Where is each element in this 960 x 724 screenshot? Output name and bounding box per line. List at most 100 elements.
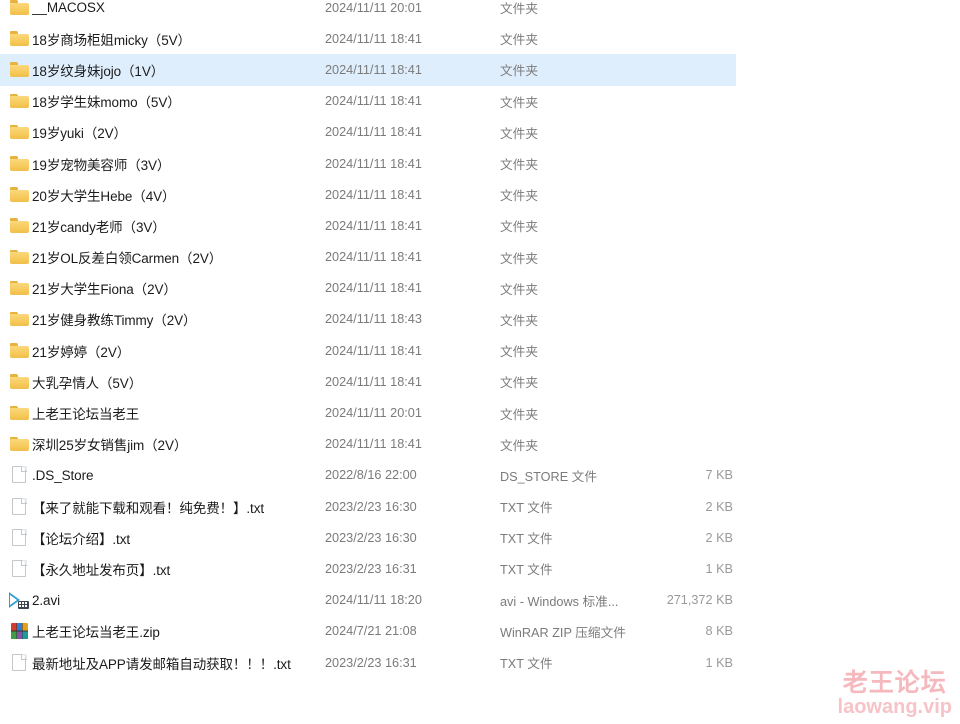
folder-icon	[9, 62, 29, 77]
file-modified-date: 2024/11/11 18:43	[325, 312, 422, 327]
file-modified-date: 2022/8/16 22:00	[325, 468, 417, 483]
file-modified-date: 2024/11/11 18:41	[325, 94, 422, 109]
file-modified-date: 2023/2/23 16:30	[325, 530, 417, 545]
file-row[interactable]: 21岁婷婷（2V） 2024/11/11 18:41 文件夹	[0, 335, 736, 366]
file-icon-cell	[0, 0, 32, 15]
file-type: 文件夹	[500, 407, 539, 422]
file-type: 文件夹	[500, 220, 539, 235]
file-row[interactable]: 18岁商场柜姐micky（5V） 2024/11/11 18:41 文件夹	[0, 23, 736, 54]
file-row[interactable]: 18岁学生妹momo（5V） 2024/11/11 18:41 文件夹	[0, 86, 736, 117]
file-name[interactable]: __MACOSX	[32, 0, 325, 15]
file-size: 2 KB	[705, 499, 733, 514]
file-row[interactable]: 21岁大学生Fiona（2V） 2024/11/11 18:41 文件夹	[0, 273, 736, 304]
video-icon	[9, 591, 29, 609]
document-icon	[11, 497, 27, 516]
file-icon-cell	[0, 436, 32, 452]
file-row[interactable]: 【永久地址发布页】.txt 2023/2/23 16:31 TXT 文件 1 KB	[0, 553, 736, 584]
file-type: 文件夹	[500, 282, 539, 297]
folder-icon	[9, 124, 29, 140]
file-type: 文件夹	[500, 313, 539, 328]
file-icon-cell	[0, 218, 32, 233]
folder-icon	[9, 31, 29, 46]
document-icon	[11, 528, 27, 547]
document-icon	[11, 466, 27, 484]
file-icon-cell	[0, 93, 32, 109]
folder-icon	[9, 280, 29, 296]
file-type: avi - Windows 标准...	[500, 594, 619, 609]
document-icon	[11, 653, 27, 672]
file-row[interactable]: 19岁yuki（2V） 2024/11/11 18:41 文件夹	[0, 117, 736, 148]
file-modified-date: 2024/11/11 18:41	[325, 125, 422, 140]
file-row[interactable]: 大乳孕情人（5V） 2024/11/11 18:41 文件夹	[0, 366, 736, 397]
file-name[interactable]: 2.avi	[32, 593, 325, 608]
file-size: 1 KB	[705, 561, 733, 576]
file-type: TXT 文件	[500, 563, 553, 578]
file-type: TXT 文件	[500, 532, 553, 547]
file-row[interactable]: 【论坛介绍】.txt 2023/2/23 16:30 TXT 文件 2 KB	[0, 522, 736, 553]
folder-icon	[9, 436, 29, 452]
file-name[interactable]: 【论坛介绍】.txt	[32, 528, 325, 548]
file-modified-date: 2024/11/11 18:41	[325, 343, 422, 358]
zip-icon	[10, 623, 28, 640]
file-size: 1 KB	[705, 655, 733, 670]
file-name[interactable]: 20岁大学生Hebe（4V）	[32, 185, 325, 205]
file-list[interactable]: __MACOSX 2024/11/11 20:01 文件夹 18岁商场柜姐micky（…	[0, 0, 960, 678]
file-icon-cell	[0, 187, 32, 202]
file-name[interactable]: 【来了就能下载和观看！纯免费！】.txt	[32, 497, 325, 517]
file-row[interactable]: 上老王论坛当老王 2024/11/11 20:01 文件夹	[0, 397, 736, 428]
file-modified-date: 2023/2/23 16:30	[325, 499, 417, 514]
file-name[interactable]: 最新地址及APP请发邮箱自动获取！！！.txt	[32, 653, 325, 673]
file-size: 7 KB	[705, 468, 733, 483]
file-row[interactable]: 20岁大学生Hebe（4V） 2024/11/11 18:41 文件夹	[0, 179, 736, 210]
file-name[interactable]: 上老王论坛当老王.zip	[32, 621, 325, 641]
file-modified-date: 2024/11/11 18:41	[325, 437, 422, 452]
file-type: 文件夹	[500, 95, 539, 110]
file-row[interactable]: .DS_Store 2022/8/16 22:00 DS_STORE 文件 7 KB	[0, 460, 736, 491]
file-name[interactable]: 深圳25岁女销售jim（2V）	[32, 434, 325, 454]
file-row[interactable]: 上老王论坛当老王.zip 2024/7/21 21:08 WinRAR ZIP 压缩…	[0, 616, 736, 647]
file-name[interactable]: 21岁健身教练Timmy（2V）	[32, 309, 325, 329]
file-modified-date: 2024/11/11 18:41	[325, 156, 422, 171]
file-size: 2 KB	[705, 530, 733, 545]
folder-icon	[9, 249, 29, 265]
file-name[interactable]: 21岁大学生Fiona（2V）	[32, 278, 325, 298]
file-row[interactable]: 19岁宠物美容师（3V） 2024/11/11 18:41 文件夹	[0, 148, 736, 179]
file-name[interactable]: 上老王论坛当老王	[32, 403, 325, 423]
file-row[interactable]: 18岁纹身妹jojo（1V） 2024/11/11 18:41 文件夹	[0, 54, 736, 86]
file-name[interactable]: 18岁纹身妹jojo（1V）	[32, 60, 325, 80]
file-name[interactable]: 【永久地址发布页】.txt	[32, 559, 325, 579]
file-row[interactable]: __MACOSX 2024/11/11 20:01 文件夹	[0, 0, 736, 23]
folder-icon	[9, 0, 29, 15]
file-row[interactable]: 最新地址及APP请发邮箱自动获取！！！.txt 2023/2/23 16:31 TX…	[0, 647, 736, 678]
file-name[interactable]: 19岁宠物美容师（3V）	[32, 154, 325, 174]
file-name[interactable]: 21岁OL反差白领Carmen（2V）	[32, 247, 325, 267]
file-modified-date: 2024/11/11 20:01	[325, 0, 422, 15]
file-type: DS_STORE 文件	[500, 469, 598, 484]
file-row[interactable]: 21岁candy老师（3V） 2024/11/11 18:41 文件夹	[0, 210, 736, 241]
file-name[interactable]: 18岁学生妹momo（5V）	[32, 91, 325, 111]
file-name[interactable]: 19岁yuki（2V）	[32, 122, 325, 142]
file-row[interactable]: 【来了就能下载和观看！纯免费！】.txt 2023/2/23 16:30 TXT 文…	[0, 491, 736, 522]
file-row[interactable]: 2.avi 2024/11/11 18:20 avi - Windows 标准...…	[0, 585, 736, 616]
file-type: 文件夹	[500, 126, 539, 141]
file-row[interactable]: 深圳25岁女销售jim（2V） 2024/11/11 18:41 文件夹	[0, 429, 736, 460]
file-icon-cell	[0, 374, 32, 389]
file-type: 文件夹	[500, 2, 539, 17]
file-icon-cell	[0, 405, 32, 421]
file-modified-date: 2024/11/11 18:41	[325, 218, 422, 233]
folder-icon	[9, 405, 29, 421]
file-type: 文件夹	[500, 345, 539, 360]
file-name[interactable]: 18岁商场柜姐micky（5V）	[32, 29, 325, 49]
file-size: 271,372 KB	[666, 593, 733, 608]
file-type: 文件夹	[500, 438, 539, 453]
file-name[interactable]: .DS_Store	[32, 468, 325, 483]
file-type: 文件夹	[500, 64, 539, 79]
folder-icon	[9, 218, 29, 233]
file-row[interactable]: 21岁OL反差白领Carmen（2V） 2024/11/11 18:41 文件夹	[0, 242, 736, 273]
file-icon-cell	[0, 311, 32, 327]
file-name[interactable]: 21岁candy老师（3V）	[32, 216, 325, 236]
file-row[interactable]: 21岁健身教练Timmy（2V） 2024/11/11 18:43 文件夹	[0, 304, 736, 335]
file-type: TXT 文件	[500, 657, 553, 672]
file-name[interactable]: 21岁婷婷（2V）	[32, 341, 325, 361]
file-name[interactable]: 大乳孕情人（5V）	[32, 372, 325, 392]
